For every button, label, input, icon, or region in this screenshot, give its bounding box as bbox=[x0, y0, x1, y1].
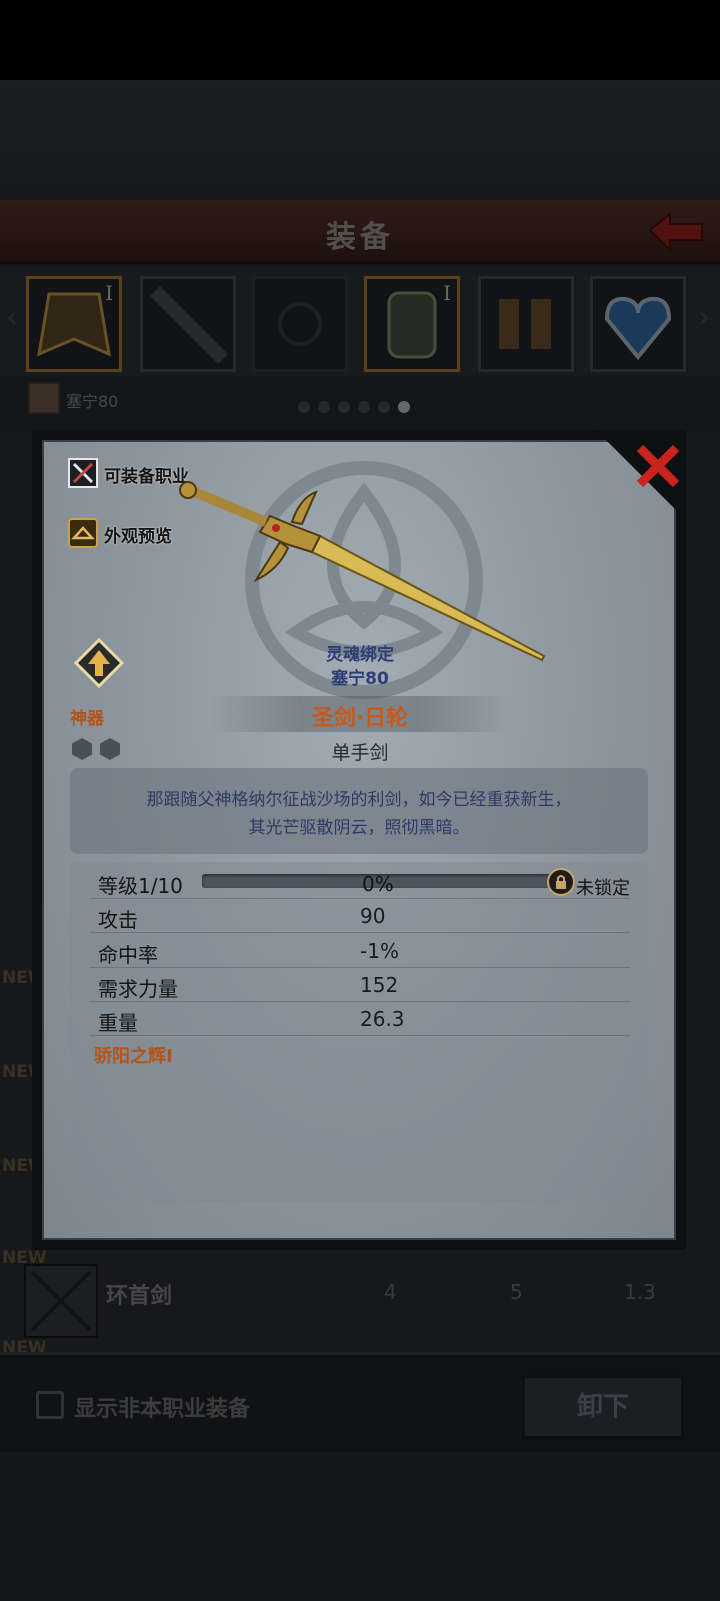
item-skill: 骄阳之辉I bbox=[94, 1046, 173, 1067]
description-line: 其光芒驱散阴云，照彻黑暗。 bbox=[248, 818, 470, 838]
lock-status[interactable]: 未锁定 bbox=[576, 874, 630, 900]
description-line: 那跟随父神格纳尔征战沙场的利剑，如今已经重获新生， bbox=[146, 790, 572, 810]
level-percent: 0% bbox=[362, 872, 394, 896]
stat-value: 26.3 bbox=[360, 1007, 405, 1031]
stat-value: 152 bbox=[360, 973, 399, 997]
stat-row: 重量 26.3 bbox=[90, 1003, 630, 1036]
close-icon[interactable] bbox=[632, 440, 684, 492]
class-swords-icon bbox=[68, 458, 98, 488]
item-title: 圣剑·日轮 bbox=[311, 706, 409, 731]
level-label: 等级1/10 bbox=[98, 874, 183, 898]
lock-icon[interactable] bbox=[547, 868, 575, 896]
appearance-preview-label: 外观预览 bbox=[104, 527, 172, 547]
item-description: 那跟随父神格纳尔征战沙场的利剑，如今已经重获新生， 其光芒驱散阴云，照彻黑暗。 bbox=[70, 786, 648, 842]
stat-label: 攻击 bbox=[98, 908, 138, 932]
stat-label: 命中率 bbox=[98, 943, 158, 967]
stat-row: 攻击 90 bbox=[90, 900, 630, 933]
stat-row: 需求力量 152 bbox=[90, 969, 630, 1002]
stat-value: -1% bbox=[360, 939, 399, 963]
stat-row: 命中率 -1% bbox=[90, 935, 630, 968]
item-type: 单手剑 bbox=[331, 742, 389, 764]
upgrade-arrow-icon[interactable] bbox=[74, 638, 124, 688]
stat-value: 90 bbox=[360, 904, 386, 928]
hanger-icon bbox=[68, 518, 98, 548]
stat-label: 重量 bbox=[98, 1011, 138, 1035]
stat-label: 需求力量 bbox=[98, 977, 178, 1001]
